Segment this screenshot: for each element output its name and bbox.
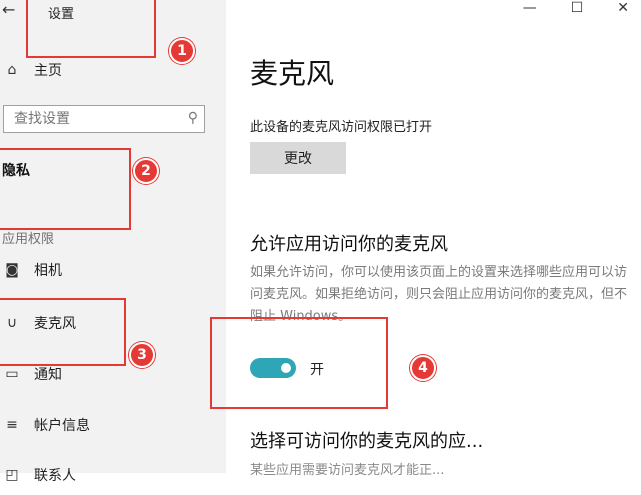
window-controls: — ☐ ✕	[523, 0, 629, 16]
annotation-box-1	[26, 0, 156, 58]
annotation-badge-4: 4	[410, 355, 436, 381]
sidebar: ← 设置 ⌂ 主页 ⚲ 隐私 应用权限 ◙ 相机 ∪ 麦克风 ▭ 通知 ≡ 帐户…	[0, 0, 226, 484]
sidebar-item-label: 联系人	[34, 468, 76, 484]
sidebar-item-label: 通知	[34, 367, 62, 383]
search-input[interactable]	[12, 110, 186, 128]
camera-icon: ◙	[5, 262, 19, 278]
change-button[interactable]: 更改	[250, 142, 346, 174]
allow-access-heading: 允许应用访问你的麦克风	[250, 234, 448, 255]
choose-apps-description: 某些应用需要访问麦克风才能正...	[250, 463, 445, 478]
home-icon: ⌂	[7, 62, 17, 78]
annotation-badge-1: 1	[169, 38, 195, 64]
sidebar-item-contacts[interactable]: ◰ 联系人	[0, 455, 226, 495]
maximize-icon[interactable]: ☐	[571, 0, 584, 16]
access-status-text: 此设备的麦克风访问权限已打开	[250, 120, 433, 135]
close-icon[interactable]: ✕	[617, 0, 629, 16]
account-info-icon: ≡	[6, 417, 18, 433]
annotation-box-3	[0, 298, 126, 366]
annotation-box-2	[0, 148, 131, 230]
section-label-app-permissions: 应用权限	[2, 232, 55, 247]
annotation-box-4	[210, 317, 388, 409]
sidebar-item-camera[interactable]: ◙ 相机	[0, 250, 226, 290]
search-box[interactable]: ⚲	[3, 105, 205, 133]
minimize-icon[interactable]: —	[523, 0, 537, 16]
choose-apps-heading: 选择可访问你的麦克风的应...	[250, 431, 484, 452]
notification-icon: ▭	[5, 366, 19, 382]
contacts-icon: ◰	[5, 467, 19, 483]
sidebar-item-label: 相机	[34, 263, 62, 279]
annotation-badge-3: 3	[129, 342, 155, 368]
sidebar-item-label: 帐户信息	[34, 418, 90, 434]
page-title: 麦克风	[250, 57, 335, 90]
back-arrow-icon[interactable]: ←	[2, 0, 15, 19]
annotation-badge-2: 2	[133, 158, 159, 184]
search-icon[interactable]: ⚲	[188, 110, 198, 126]
sidebar-item-label: 主页	[34, 63, 62, 79]
sidebar-item-account-info[interactable]: ≡ 帐户信息	[0, 405, 226, 445]
